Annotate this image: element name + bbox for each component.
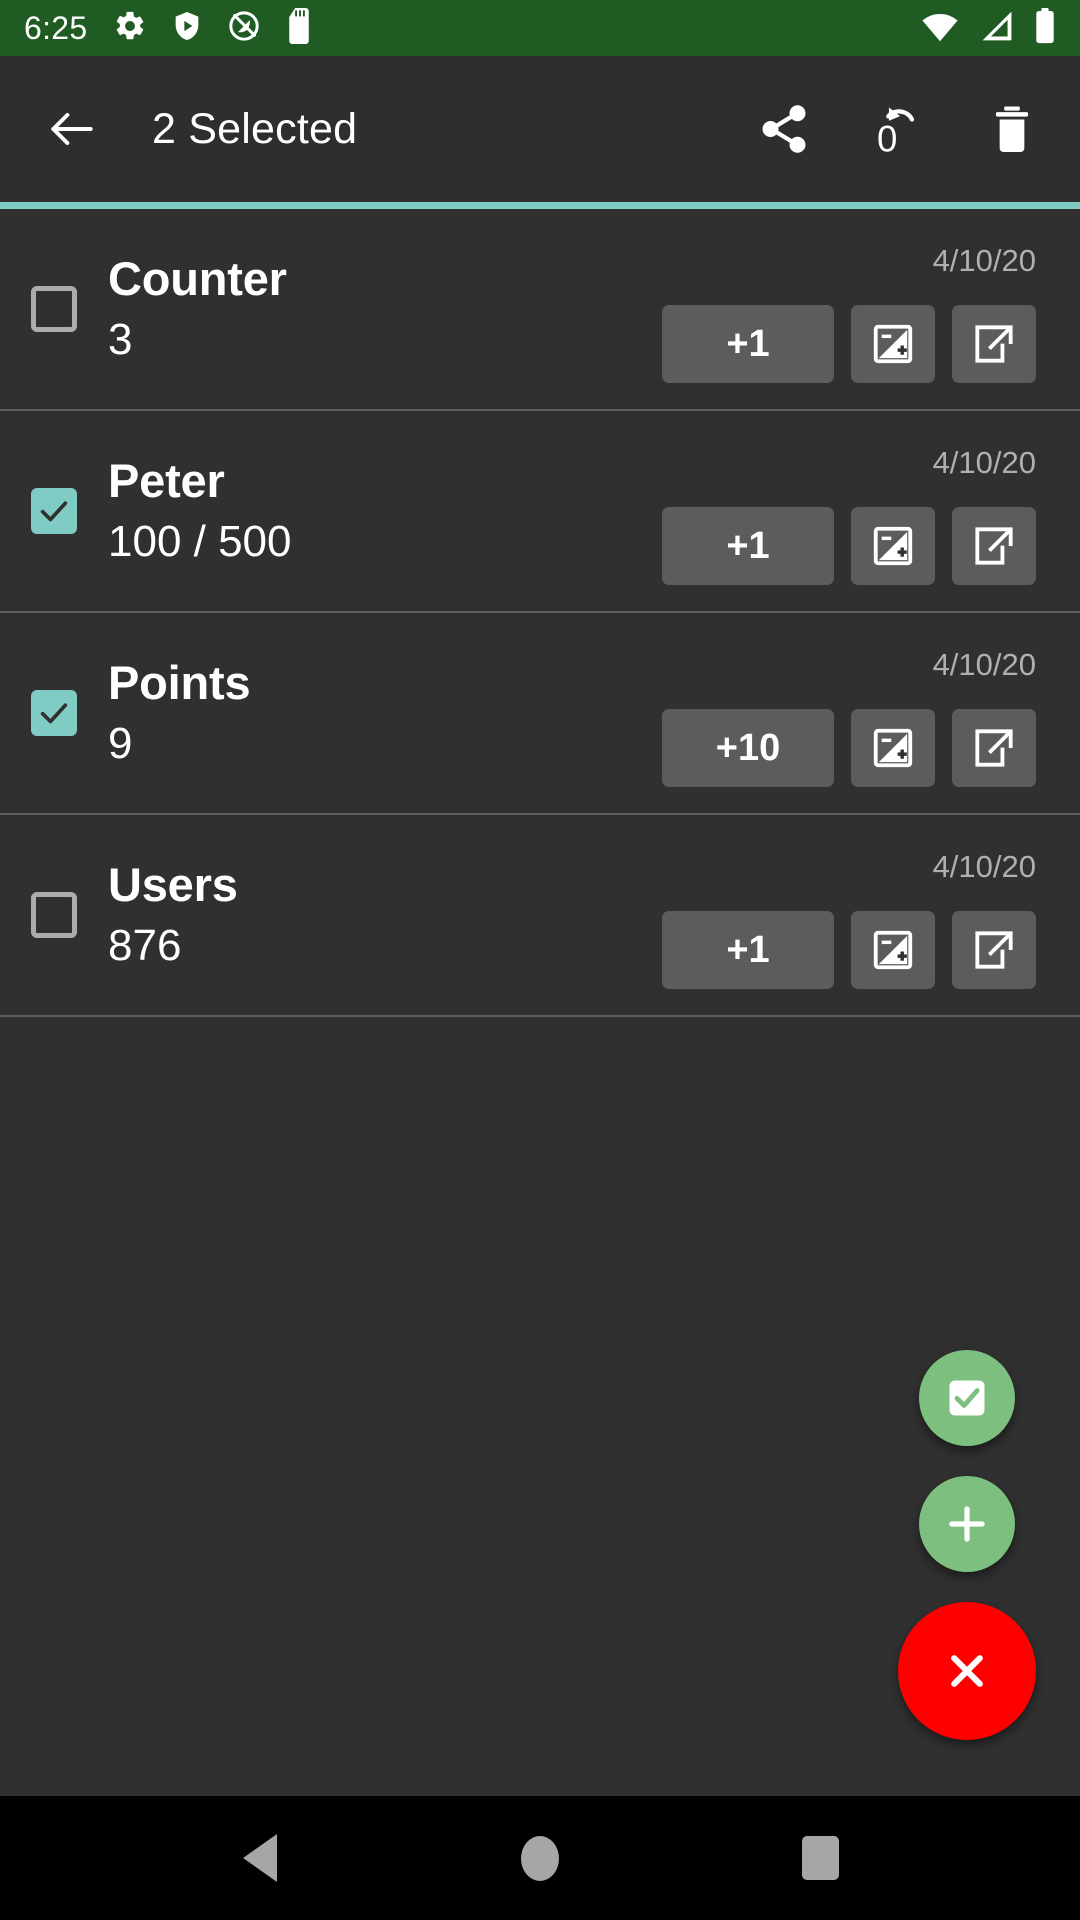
list-item[interactable]: Users 876 4/10/20 +1	[0, 815, 1080, 1017]
location-off-icon	[227, 9, 261, 48]
home-circle-icon	[521, 1835, 559, 1881]
row-buttons: +1	[662, 911, 1036, 989]
open-detail-button[interactable]	[952, 911, 1036, 989]
row-checkbox[interactable]	[0, 892, 100, 938]
accent-divider	[0, 202, 1080, 209]
wifi-icon	[920, 10, 960, 47]
checkbox-unchecked-icon[interactable]	[31, 286, 77, 332]
back-button[interactable]	[40, 97, 104, 161]
list-item[interactable]: Peter 100 / 500 4/10/20 +1	[0, 411, 1080, 613]
increment-button[interactable]: +1	[662, 305, 834, 383]
checkbox-checked-icon[interactable]	[31, 488, 77, 534]
gear-icon	[113, 9, 147, 48]
status-left-icons	[113, 7, 313, 49]
increment-button[interactable]: +1	[662, 507, 834, 585]
increment-button[interactable]: +1	[662, 911, 834, 989]
checkbox-unchecked-icon[interactable]	[31, 892, 77, 938]
reset-button[interactable]: 0	[866, 97, 930, 161]
status-bar: 6:25	[0, 0, 1080, 56]
sd-card-icon	[285, 7, 313, 49]
row-title: Points	[108, 655, 251, 709]
counter-list: Counter 3 4/10/20 +1 Peter 100 / 500 4/1…	[0, 209, 1080, 1796]
increment-button[interactable]: +10	[662, 709, 834, 787]
row-checkbox[interactable]	[0, 286, 100, 332]
status-right-icons	[920, 7, 1056, 49]
recents-nav-button[interactable]	[775, 1813, 865, 1903]
list-item[interactable]: Counter 3 4/10/20 +1	[0, 209, 1080, 411]
back-nav-button[interactable]	[215, 1813, 305, 1903]
row-checkbox[interactable]	[0, 690, 100, 736]
system-nav-bar	[0, 1796, 1080, 1920]
app-screen: 6:25 2 Selected 0 Counter 3 4/10/20 +1 P…	[0, 0, 1080, 1920]
open-detail-button[interactable]	[952, 305, 1036, 383]
battery-icon	[1034, 7, 1056, 49]
status-clock: 6:25	[24, 9, 88, 46]
row-date: 4/10/20	[932, 647, 1036, 682]
select-all-fab[interactable]	[919, 1350, 1015, 1446]
cell-signal-icon	[978, 10, 1016, 47]
share-button[interactable]	[752, 97, 816, 161]
app-bar: 2 Selected 0	[0, 56, 1080, 202]
fab-stack	[898, 1350, 1036, 1740]
page-title: 2 Selected	[152, 104, 358, 153]
row-title: Users	[108, 857, 238, 911]
checkbox-checked-icon[interactable]	[31, 690, 77, 736]
cancel-fab[interactable]	[898, 1602, 1036, 1740]
app-bar-actions: 0	[752, 97, 1044, 161]
open-detail-button[interactable]	[952, 709, 1036, 787]
recents-square-icon	[801, 1836, 839, 1880]
row-buttons: +10	[662, 709, 1036, 787]
delete-button[interactable]	[980, 97, 1044, 161]
edit-value-button[interactable]	[851, 507, 935, 585]
edit-value-button[interactable]	[851, 709, 935, 787]
edit-value-button[interactable]	[851, 911, 935, 989]
edit-value-button[interactable]	[851, 305, 935, 383]
list-item[interactable]: Points 9 4/10/20 +10	[0, 613, 1080, 815]
row-buttons: +1	[662, 305, 1036, 383]
row-date: 4/10/20	[932, 243, 1036, 278]
play-protect-shield-icon	[171, 9, 203, 48]
row-buttons: +1	[662, 507, 1036, 585]
back-triangle-icon	[243, 1834, 277, 1882]
row-date: 4/10/20	[932, 445, 1036, 480]
row-title: Peter	[108, 453, 225, 507]
row-title: Counter	[108, 251, 287, 305]
row-checkbox[interactable]	[0, 488, 100, 534]
svg-text:0: 0	[877, 119, 897, 157]
row-date: 4/10/20	[932, 849, 1036, 884]
home-nav-button[interactable]	[495, 1813, 585, 1903]
open-detail-button[interactable]	[952, 507, 1036, 585]
add-fab[interactable]	[919, 1476, 1015, 1572]
